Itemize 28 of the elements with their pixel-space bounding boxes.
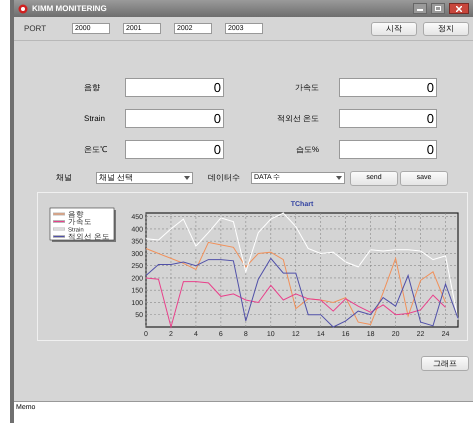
reading-field[interactable]: 0 (125, 109, 224, 128)
reading-field[interactable]: 0 (339, 109, 437, 128)
dropdown-arrow-icon (336, 176, 342, 180)
channel-label: 채널 (56, 172, 73, 184)
reading-label: 가속도 (294, 82, 320, 94)
legend (50, 208, 116, 242)
toolbar-button[interactable]: 시작 (371, 22, 417, 36)
reading-label: Strain (83, 112, 106, 124)
channel-dropdown[interactable]: 채널 선택 (96, 172, 193, 184)
close-icon (456, 6, 462, 12)
reading-label: 온도℃ (83, 144, 108, 156)
window-title: KIMM MONITERING (32, 2, 107, 14)
app-icon (18, 4, 28, 14)
dropdown-arrow-icon (184, 176, 190, 180)
reading-field[interactable]: 0 (339, 140, 437, 159)
reading-field[interactable]: 0 (125, 78, 224, 97)
data-count-label: 데이터수 (208, 172, 241, 184)
reading-label: 습도% (294, 144, 320, 156)
minimize-button[interactable] (413, 3, 427, 14)
graph-button[interactable]: 그래프 (421, 356, 469, 371)
reading-field[interactable]: 0 (125, 140, 224, 159)
reading-label: 적외선 온도 (276, 112, 320, 124)
maximize-button[interactable] (431, 3, 445, 14)
reading-field[interactable]: 0 (339, 78, 437, 97)
port-label: PORT (24, 22, 48, 34)
toolbar-button[interactable]: 정지 (423, 22, 469, 36)
reading-label: 음향 (83, 82, 101, 94)
close-button[interactable] (449, 3, 469, 14)
